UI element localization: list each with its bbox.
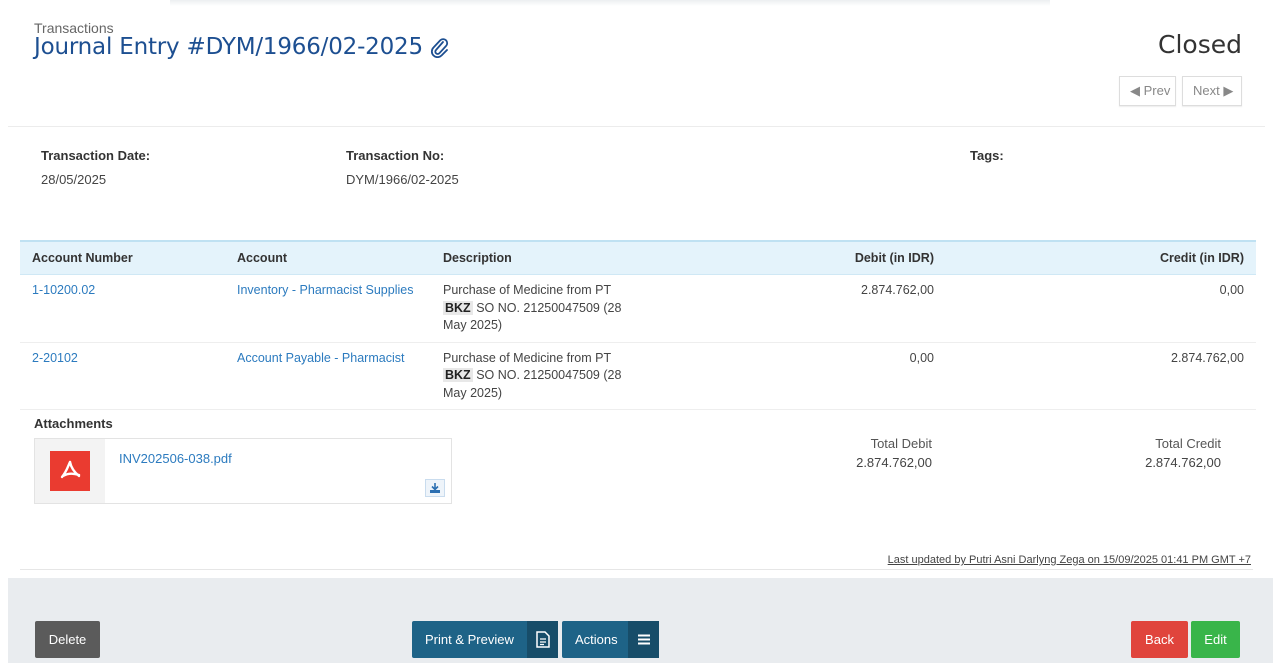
account-number-link[interactable]: 2-20102 xyxy=(32,351,78,365)
paperclip-icon[interactable] xyxy=(429,36,449,58)
description-cell: Purchase of Medicine from PT BKZ SO NO. … xyxy=(431,275,761,343)
col-debit: Debit (in IDR) xyxy=(854,251,934,265)
transaction-no-label: Transaction No: xyxy=(346,148,445,163)
col-account: Account xyxy=(237,251,287,265)
back-label: Back xyxy=(1145,632,1174,647)
next-label: Next xyxy=(1193,83,1220,98)
top-shadow xyxy=(170,0,1050,6)
total-debit-label: Total Debit xyxy=(870,436,932,451)
description-line: Purchase of Medicine from PT xyxy=(443,350,612,365)
transaction-no-value: DYM/1966/02-2025 xyxy=(346,172,459,187)
actions-button[interactable]: Actions xyxy=(562,621,659,658)
description-line: May 2025) xyxy=(443,385,503,400)
transaction-date-label: Transaction Date: xyxy=(41,148,151,163)
credit-cell: 2.874.762,00 xyxy=(1171,350,1244,365)
next-button[interactable]: Next ▶ xyxy=(1182,76,1242,106)
debit-cell: 0,00 xyxy=(909,350,934,365)
description-text: SO NO. 21250047509 (28 xyxy=(476,368,622,382)
table-row: 2-20102 Account Payable - Pharmacist Pur… xyxy=(20,342,1256,410)
download-icon[interactable] xyxy=(425,479,445,497)
divider xyxy=(8,126,1265,127)
pdf-file-icon xyxy=(50,451,90,491)
description-line: BKZ SO NO. 21250047509 (28 xyxy=(443,300,749,318)
tags-label: Tags: xyxy=(970,148,1004,163)
credit-cell: 0,00 xyxy=(1219,283,1244,297)
edit-label: Edit xyxy=(1204,632,1227,647)
attachment-card: INV202506-038.pdf xyxy=(34,438,452,504)
menu-icon xyxy=(628,621,659,658)
prev-button[interactable]: ◀ Prev xyxy=(1119,76,1176,106)
transaction-date-value: 28/05/2025 xyxy=(41,172,107,187)
account-number-link[interactable]: 1-10200.02 xyxy=(32,283,95,297)
description-line: May 2025) xyxy=(443,318,503,332)
col-credit: Credit (in IDR) xyxy=(1159,251,1244,265)
highlight-text: BKZ xyxy=(443,368,473,382)
print-preview-button[interactable]: Print & Preview xyxy=(412,621,558,658)
last-updated-link[interactable]: Last updated by Putri Asni Darlyng Zega … xyxy=(888,554,1251,566)
caret-right-icon: ▶ xyxy=(1223,83,1234,98)
highlight-text: BKZ xyxy=(443,300,473,315)
status-label: Closed xyxy=(1158,30,1242,59)
account-link[interactable]: Account Payable - Pharmacist xyxy=(237,351,404,365)
table-header-row: Account Number Account Description Debit… xyxy=(20,241,1256,275)
description-line: Purchase of Medicine from PT xyxy=(443,283,612,297)
divider xyxy=(20,569,1253,570)
page-title: Journal Entry #DYM/1966/02-2025 xyxy=(34,34,449,60)
attachment-file-link[interactable]: INV202506-038.pdf xyxy=(119,451,232,466)
description-line: BKZ SO NO. 21250047509 (28 xyxy=(443,367,749,385)
back-button[interactable]: Back xyxy=(1131,621,1188,658)
pager: ◀ Prev Next ▶ xyxy=(1119,76,1242,106)
prev-label: Prev xyxy=(1143,83,1171,98)
print-preview-label: Print & Preview xyxy=(425,632,514,647)
page-title-text: Journal Entry #DYM/1966/02-2025 xyxy=(34,34,423,60)
col-description: Description xyxy=(443,251,512,265)
description-text: SO NO. 21250047509 (28 xyxy=(476,300,622,315)
attachments-title: Attachments xyxy=(34,416,113,431)
caret-left-icon: ◀ xyxy=(1130,83,1140,98)
delete-button[interactable]: Delete xyxy=(35,621,100,658)
total-debit-value: 2.874.762,00 xyxy=(856,455,932,470)
delete-label: Delete xyxy=(48,632,87,647)
journal-lines-table: Account Number Account Description Debit… xyxy=(20,240,1256,410)
document-icon xyxy=(527,621,558,658)
total-credit-label: Total Credit xyxy=(1155,436,1221,451)
account-link[interactable]: Inventory - Pharmacist Supplies xyxy=(237,283,413,297)
edit-button[interactable]: Edit xyxy=(1191,621,1240,658)
description-cell: Purchase of Medicine from PT BKZ SO NO. … xyxy=(431,342,761,410)
actions-label: Actions xyxy=(575,632,618,647)
total-credit-value: 2.874.762,00 xyxy=(1145,455,1221,470)
debit-cell: 2.874.762,00 xyxy=(861,283,934,297)
attachment-thumbnail xyxy=(35,439,105,503)
table-row: 1-10200.02 Inventory - Pharmacist Suppli… xyxy=(20,275,1256,343)
col-account-number: Account Number xyxy=(32,251,133,265)
